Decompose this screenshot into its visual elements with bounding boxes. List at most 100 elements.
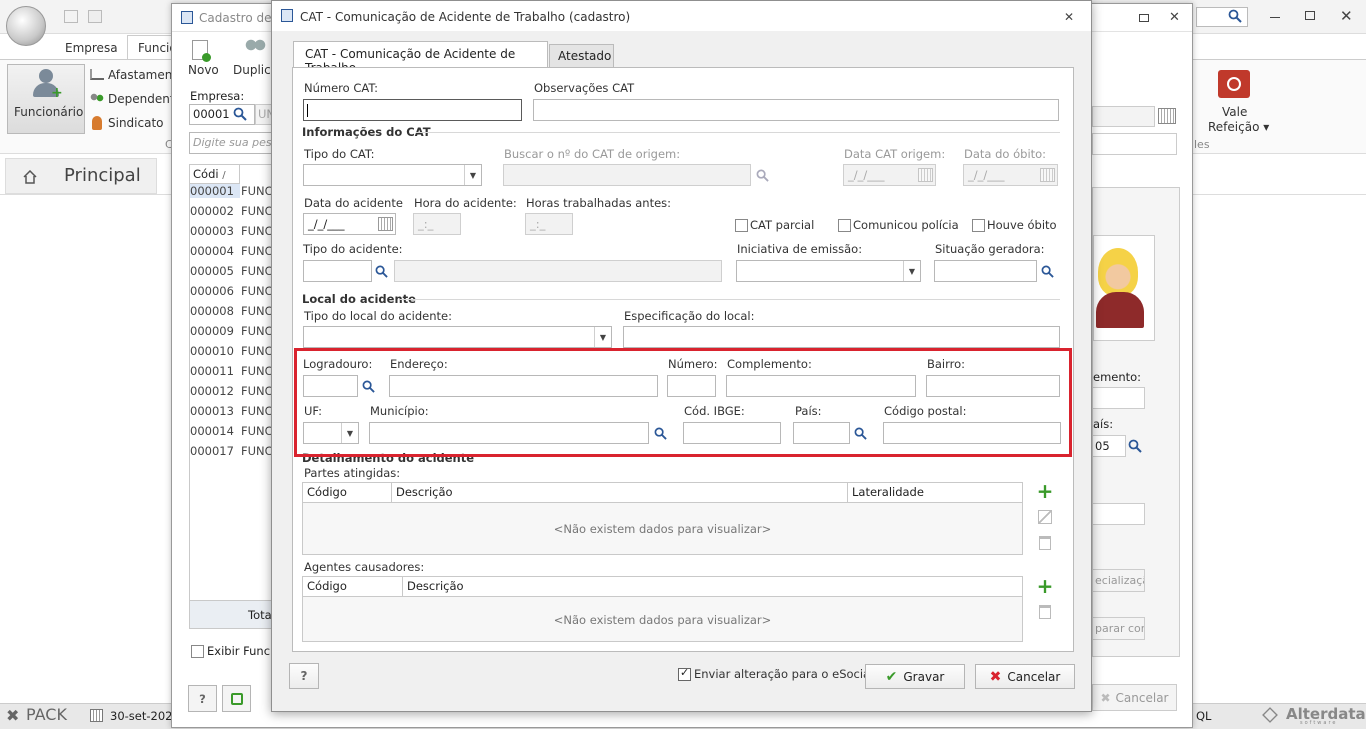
app-search-icon[interactable] (1228, 9, 1242, 26)
vale-refeicao-label-2[interactable]: Refeição ▾ (1208, 120, 1269, 134)
calendar-icon (1040, 168, 1055, 182)
chevron-down-icon[interactable]: ▼ (464, 165, 481, 185)
table-row-code[interactable]: 000003 (190, 224, 240, 238)
tipo-cat-select[interactable]: ▼ (303, 164, 482, 186)
right-pais-search-icon[interactable] (1128, 439, 1142, 456)
table-row-name[interactable]: FUNC (241, 284, 273, 298)
agentes-col-descricao[interactable]: Descrição (403, 577, 1022, 597)
close-icon[interactable]: ✕ (1340, 7, 1353, 25)
calendar-icon[interactable] (378, 217, 393, 231)
iniciativa-select[interactable]: ▼ (736, 260, 921, 282)
data-acidente-input[interactable]: _/_/___ (303, 213, 396, 235)
home-icon (23, 169, 37, 184)
table-row-name[interactable]: FUNC (241, 364, 273, 378)
sindicato-button[interactable]: Sindicato (108, 116, 164, 130)
table-row-code[interactable]: 000001 (190, 184, 240, 198)
situacao-search-icon[interactable] (1037, 260, 1057, 282)
vale-refeicao-label-1[interactable]: Vale (1222, 105, 1247, 119)
tab-cat[interactable]: CAT - Comunicação de Acidente de Trabalh… (293, 41, 548, 75)
table-row-code[interactable]: 000009 (190, 324, 240, 338)
funcionario-button[interactable]: + Funcionário (7, 64, 85, 134)
table-row-code[interactable]: 000011 (190, 364, 240, 378)
right-parar-button[interactable]: parar com (1092, 617, 1145, 640)
tipo-acidente-input[interactable] (303, 260, 372, 282)
afastamento-button[interactable]: Afastament (108, 68, 177, 82)
tipo-acidente-search-icon[interactable] (371, 260, 391, 282)
agentes-col-codigo[interactable]: Código (303, 577, 403, 597)
tipo-local-select[interactable]: ▼ (303, 326, 612, 348)
agentes-grid-header: Código Descrição (303, 577, 1022, 597)
tab-funcionario[interactable]: Funcio (127, 35, 177, 60)
highlight-box (294, 348, 1072, 457)
table-row-name[interactable]: FUNC (241, 324, 273, 338)
table-row-name[interactable]: FUNC (241, 384, 273, 398)
tipo-acidente-desc (394, 260, 722, 282)
table-row-name[interactable]: FUNC (241, 304, 273, 318)
chevron-down-icon[interactable]: ▼ (594, 327, 611, 347)
edit-parte-button[interactable] (1034, 507, 1056, 527)
tab-atestado[interactable]: Atestado (549, 44, 614, 67)
funcionario-search-input[interactable]: Digite sua pesqu (189, 132, 272, 154)
table-row-code[interactable]: 000004 (190, 244, 240, 258)
exibir-label: Exibir Funcio (207, 644, 281, 658)
especificacao-input[interactable] (623, 326, 1060, 348)
partes-col-lateralidade[interactable]: Lateralidade (848, 483, 1022, 503)
novo-button[interactable]: Novo (188, 63, 219, 77)
export-button[interactable] (222, 685, 251, 712)
tab-principal[interactable]: Principal (5, 158, 157, 194)
gravar-button[interactable]: ✔ Gravar (865, 664, 965, 689)
help-button[interactable]: ? (289, 663, 319, 689)
empresa-search-icon[interactable] (233, 107, 247, 124)
chevron-down-icon[interactable]: ▼ (903, 261, 920, 281)
cadastro-restore-icon[interactable] (1139, 14, 1149, 22)
quick-access-icon[interactable] (64, 10, 78, 23)
delete-parte-button[interactable] (1034, 533, 1056, 553)
restore-icon[interactable] (1305, 11, 1315, 20)
app-logo-icon[interactable] (6, 6, 46, 46)
table-row-code[interactable]: 000012 (190, 384, 240, 398)
comunicou-checkbox[interactable] (838, 219, 851, 232)
table-row-code[interactable]: 000002 (190, 204, 240, 218)
table-row-name[interactable]: FUNC (241, 344, 273, 358)
obs-cat-input[interactable] (533, 99, 1059, 121)
minimize-icon[interactable] (1270, 17, 1280, 18)
checkmark-icon: ✓ (680, 666, 690, 679)
delete-agente-button[interactable] (1034, 602, 1056, 622)
table-row-name[interactable]: FUNC (241, 444, 273, 458)
table-row-code[interactable]: 000008 (190, 304, 240, 318)
cat-parcial-checkbox[interactable] (735, 219, 748, 232)
tab-empresa[interactable]: Empresa (65, 41, 118, 55)
exibir-checkbox[interactable] (191, 645, 204, 658)
partes-col-descricao[interactable]: Descrição (392, 483, 848, 503)
dialog-close-icon[interactable]: ✕ (1064, 10, 1074, 24)
table-row-name[interactable]: FUNC (241, 404, 273, 418)
quick-access-icon-2[interactable] (88, 10, 102, 23)
add-parte-button[interactable]: + (1034, 481, 1056, 501)
numero-cat-input[interactable] (303, 99, 522, 121)
table-row-code[interactable]: 000006 (190, 284, 240, 298)
table-row-name[interactable]: FUNC (241, 204, 273, 218)
cancelar-button[interactable]: ✖ Cancelar (975, 664, 1075, 689)
table-row-code[interactable]: 000010 (190, 344, 240, 358)
houve-obito-checkbox[interactable] (972, 219, 985, 232)
iniciativa-label: Iniciativa de emissão: (737, 242, 863, 256)
table-row-name[interactable]: FUNC (241, 184, 273, 198)
table-row-name[interactable]: FUNC (241, 224, 273, 238)
cadastro-close-icon[interactable]: ✕ (1169, 10, 1180, 25)
table-row-code[interactable]: 000014 (190, 424, 240, 438)
right-calendar-icon[interactable] (1158, 108, 1176, 124)
col-codigo-header[interactable]: Códi / (190, 165, 240, 184)
enviar-esocial-checkbox[interactable]: ✓ (678, 666, 691, 681)
right-especializacao-button[interactable]: ecializaçã (1092, 569, 1145, 592)
right-cancelar-button[interactable]: ✖ Cancelar (1092, 684, 1177, 711)
table-row-name[interactable]: FUNC (241, 424, 273, 438)
table-row-code[interactable]: 000017 (190, 444, 240, 458)
table-row-code[interactable]: 000005 (190, 264, 240, 278)
help-button-bg[interactable]: ? (188, 685, 217, 712)
table-row-code[interactable]: 000013 (190, 404, 240, 418)
table-row-name[interactable]: FUNC (241, 244, 273, 258)
table-row-name[interactable]: FUNC (241, 264, 273, 278)
situacao-input[interactable] (934, 260, 1037, 282)
partes-col-codigo[interactable]: Código (303, 483, 392, 503)
add-agente-button[interactable]: + (1034, 576, 1056, 596)
